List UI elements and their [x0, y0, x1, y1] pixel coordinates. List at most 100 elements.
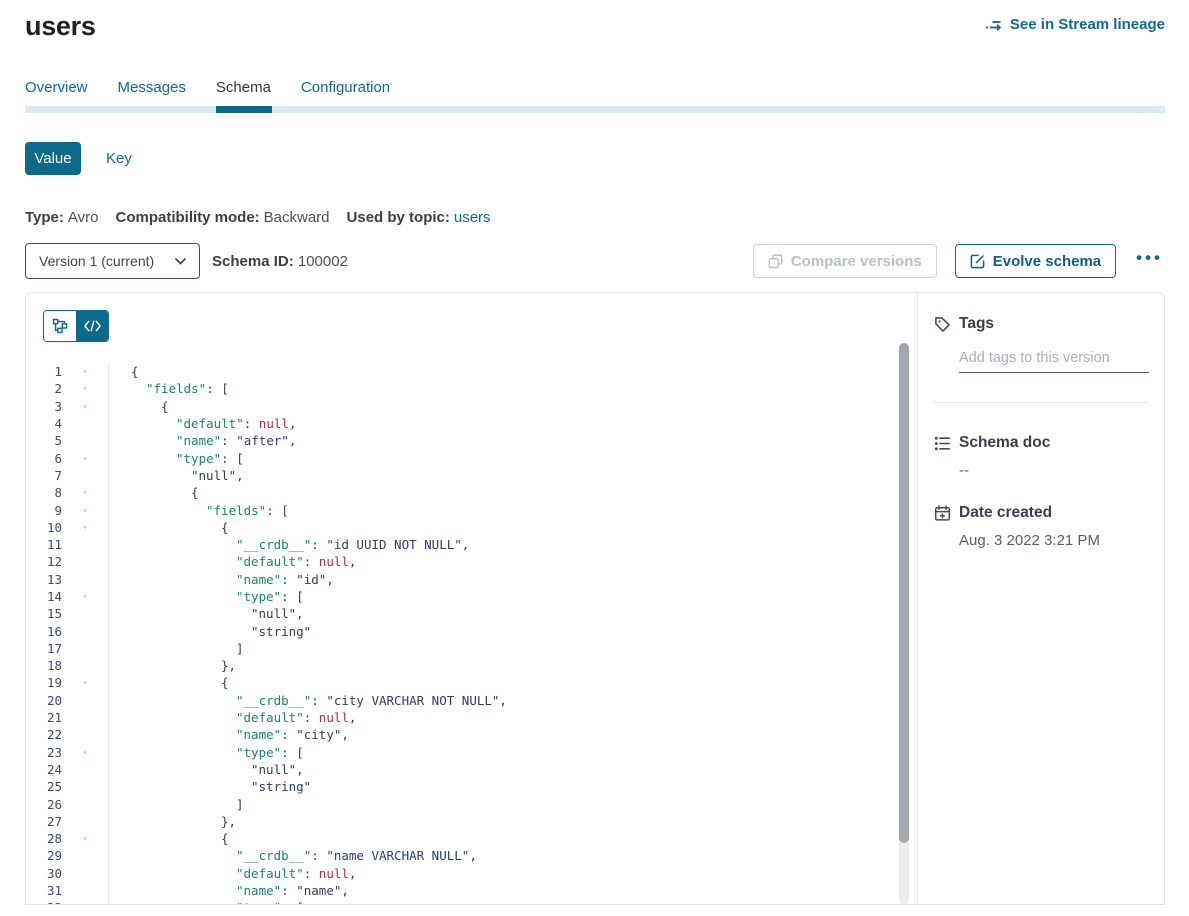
code-line: 6▾"type": [: [26, 449, 917, 466]
tab-messages[interactable]: Messages: [118, 79, 186, 106]
code-line: 24"null",: [26, 761, 917, 778]
schema-doc-heading-label: Schema doc: [959, 434, 1050, 452]
date-created-heading-label: Date created: [959, 504, 1052, 522]
fold-toggle-icon[interactable]: ▾: [62, 678, 108, 687]
code-line: 29"__crdb__": "name VARCHAR NULL",: [26, 847, 917, 864]
line-number: 16: [26, 624, 62, 639]
date-created-heading: Date created: [934, 504, 1149, 522]
tab-underline: [25, 106, 1165, 113]
line-number: 5: [26, 433, 62, 448]
tab-schema[interactable]: Schema: [216, 79, 271, 106]
type-value: Avro: [68, 209, 99, 226]
line-number: 12: [26, 554, 62, 569]
line-number: 31: [26, 883, 62, 898]
code-line: 32▾"type": [: [26, 899, 917, 905]
code-icon: [84, 320, 101, 332]
tags-heading: Tags: [934, 315, 1149, 333]
code-line: 27},: [26, 813, 917, 830]
code-line: 5"name": "after",: [26, 432, 917, 449]
line-number: 19: [26, 675, 62, 690]
code-line: 26]: [26, 795, 917, 812]
code-line: 11"__crdb__": "id UUID NOT NULL",: [26, 536, 917, 553]
lineage-link-label: See in Stream lineage: [1010, 16, 1165, 33]
tree-view-toggle[interactable]: [44, 311, 76, 341]
line-number: 21: [26, 710, 62, 725]
line-number: 7: [26, 468, 62, 483]
tags-input[interactable]: [959, 348, 1149, 373]
tab-configuration[interactable]: Configuration: [301, 79, 390, 106]
version-toolbar: Version 1 (current) Schema ID: 100002 Co…: [25, 243, 1165, 279]
code-lines: 1▾{2▾"fields": [3▾{4"default": null,5"na…: [26, 363, 917, 905]
line-number: 30: [26, 866, 62, 881]
fold-toggle-icon[interactable]: ▾: [62, 506, 108, 515]
code-line: 31"name": "name",: [26, 882, 917, 899]
code-line: 21"default": null,: [26, 709, 917, 726]
schema-doc-heading: Schema doc: [934, 434, 1149, 452]
code-line: 12"default": null,: [26, 553, 917, 570]
page-title: users: [25, 11, 96, 42]
fold-toggle-icon[interactable]: ▾: [62, 384, 108, 393]
page-header: users See in Stream lineage: [25, 0, 1165, 42]
fold-toggle-icon[interactable]: ▾: [62, 367, 108, 376]
type-label: Type:: [25, 209, 64, 226]
compare-versions-label: Compare versions: [791, 253, 922, 270]
fold-toggle-icon[interactable]: ▾: [62, 903, 108, 905]
version-select[interactable]: Version 1 (current): [25, 243, 200, 279]
code-line: 10▾{: [26, 519, 917, 536]
editor-scrollbar-thumb[interactable]: [899, 343, 909, 843]
fold-toggle-icon[interactable]: ▾: [62, 488, 108, 497]
tag-icon: [934, 316, 951, 333]
schema-panel: 1▾{2▾"fields": [3▾{4"default": null,5"na…: [25, 292, 1165, 905]
tab-overview[interactable]: Overview: [25, 79, 88, 106]
line-number: 27: [26, 814, 62, 829]
line-number: 25: [26, 779, 62, 794]
code-line: 17]: [26, 640, 917, 657]
key-toggle-button[interactable]: Key: [106, 150, 132, 167]
schema-id-value: 100002: [298, 253, 348, 270]
see-in-stream-lineage-link[interactable]: See in Stream lineage: [985, 16, 1165, 33]
code-line: 19▾{: [26, 674, 917, 691]
fold-toggle-icon[interactable]: ▾: [62, 748, 108, 757]
code-line: 4"default": null,: [26, 415, 917, 432]
schema-meta-row: Type:Avro Compatibility mode:Backward Us…: [25, 209, 1165, 226]
fold-toggle-icon[interactable]: ▾: [62, 592, 108, 601]
line-number: 26: [26, 797, 62, 812]
evolve-schema-button[interactable]: Evolve schema: [955, 244, 1116, 278]
more-options-button[interactable]: •••: [1134, 248, 1165, 274]
fold-toggle-icon[interactable]: ▾: [62, 454, 108, 463]
used-by-topic-link[interactable]: users: [454, 209, 491, 226]
value-key-toggle: Value Key: [25, 142, 1165, 175]
version-select-value: Version 1 (current): [39, 253, 154, 269]
code-line: 22"name": "city",: [26, 726, 917, 743]
editor-scrollbar-track[interactable]: [899, 343, 909, 904]
line-number: 2: [26, 381, 62, 396]
code-line: 1▾{: [26, 363, 917, 380]
line-number: 6: [26, 451, 62, 466]
code-line: 13"name": "id",: [26, 571, 917, 588]
gutter-separator: [108, 363, 109, 904]
code-line: 7"null",: [26, 467, 917, 484]
fold-toggle-icon[interactable]: ▾: [62, 523, 108, 532]
code-editor-area: 1▾{2▾"fields": [3▾{4"default": null,5"na…: [26, 363, 917, 904]
line-number: 4: [26, 416, 62, 431]
edit-icon: [970, 254, 985, 269]
fold-toggle-icon[interactable]: ▾: [62, 834, 108, 843]
chevron-down-icon: [175, 258, 186, 265]
compatibility-mode-label: Compatibility mode:: [115, 209, 259, 226]
code-line: 23▾"type": [: [26, 744, 917, 761]
compare-versions-button[interactable]: Compare versions: [753, 244, 937, 278]
code-line: 16"string": [26, 622, 917, 639]
tags-heading-label: Tags: [959, 315, 994, 333]
code-view-toggle[interactable]: [76, 311, 108, 341]
tab-active-indicator: [216, 106, 272, 113]
value-toggle-button[interactable]: Value: [25, 142, 81, 175]
code-line: 15"null",: [26, 605, 917, 622]
code-line: 20"__crdb__": "city VARCHAR NOT NULL",: [26, 692, 917, 709]
sidebar-divider: [934, 402, 1149, 403]
schema-id-label: Schema ID:: [212, 253, 294, 270]
schema-sidebar: Tags Schema doc --: [918, 293, 1164, 904]
schema-doc-value: --: [959, 462, 1149, 479]
code-line: 14▾"type": [: [26, 588, 917, 605]
fold-toggle-icon[interactable]: ▾: [62, 402, 108, 411]
line-number: 1: [26, 364, 62, 379]
